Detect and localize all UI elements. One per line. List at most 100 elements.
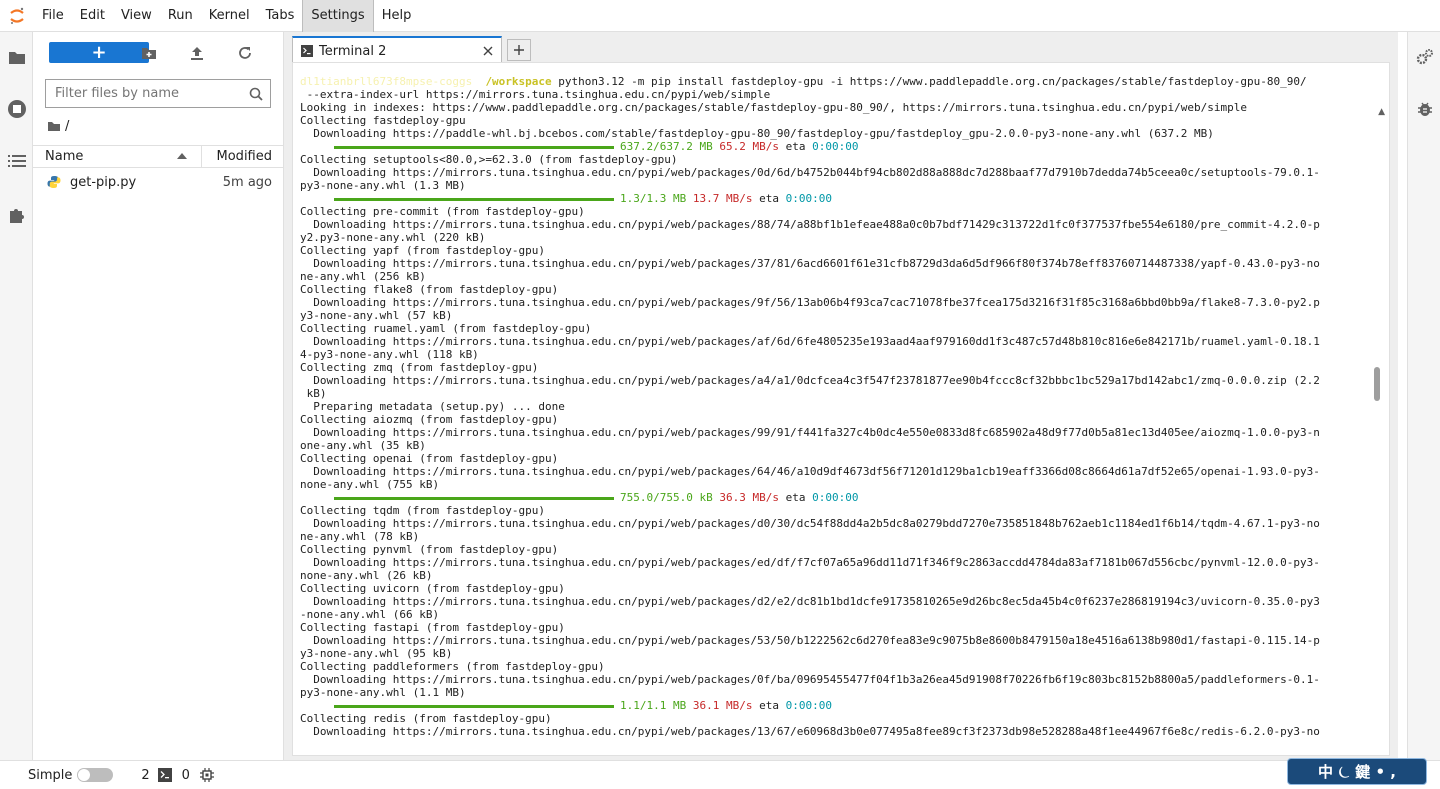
terminal-output: dl1tianbrll673f8mpse-coggs /workspace py…: [300, 75, 1370, 738]
download-progress-bar: [334, 197, 614, 201]
status-bar: Simple 2 0: [0, 760, 1440, 789]
terminal-line: one-any.whl (35 kB): [300, 439, 426, 452]
file-modified: 5m ago: [222, 174, 272, 190]
file-row[interactable]: get-pip.py 5m ago: [33, 170, 284, 194]
terminal-line: 4-py3-none-any.whl (118 kB): [300, 348, 479, 361]
download-eta: 0:00:00: [785, 192, 832, 205]
terminal-line: none-any.whl (26 kB): [300, 569, 433, 582]
breadcrumb-folder-icon[interactable]: [47, 120, 61, 132]
scroll-up-arrow-icon[interactable]: ▲: [1378, 107, 1385, 117]
terminal-line: none-any.whl (755 kB): [300, 478, 440, 491]
main-dock-area: Terminal 2 dl1tianbrll673f8mpse-coggs /w…: [284, 32, 1398, 760]
terminal-icon: [301, 45, 313, 57]
new-folder-icon[interactable]: [137, 42, 161, 64]
menu-settings[interactable]: Settings: [302, 0, 374, 32]
terminal-line: kB): [300, 387, 327, 400]
terminal-scrollbar-thumb[interactable]: [1374, 367, 1380, 401]
terminal-line: Collecting pynvml (from fastdeploy-gpu): [300, 543, 559, 556]
table-of-contents-icon[interactable]: [0, 144, 33, 178]
property-inspector-gears-icon[interactable]: [1408, 40, 1440, 74]
terminal-line: Downloading https://mirrors.tuna.tsinghu…: [300, 374, 1320, 387]
terminal-line: --extra-index-url https://mirrors.tuna.t…: [300, 88, 771, 101]
cpu-chip-icon[interactable]: [199, 768, 214, 782]
menubar: File Edit View Run Kernel Tabs Settings Help: [0, 0, 1440, 32]
terminal-line: Downloading https://mirrors.tuna.tsinghu…: [300, 634, 1320, 647]
terminal-line: 1.1/1.1 MB 36.1 MB/s eta 0:00:00: [300, 699, 1370, 712]
terminal-status-icon: [157, 768, 172, 782]
folder-icon[interactable]: [0, 40, 33, 74]
menu-file[interactable]: File: [34, 0, 72, 32]
terminal-line: Collecting zmq (from fastdeploy-gpu): [300, 361, 539, 374]
file-name: get-pip.py: [70, 174, 137, 190]
python-file-icon: [47, 175, 61, 189]
debugger-bug-icon[interactable]: [1408, 92, 1440, 126]
menu-run[interactable]: Run: [160, 0, 201, 32]
terminal-line: Downloading https://mirrors.tuna.tsinghu…: [300, 517, 1320, 530]
menu-items: File Edit View Run Kernel Tabs Settings Help: [34, 0, 419, 32]
filter-files-input[interactable]: [53, 80, 243, 107]
ime-indicator[interactable]: 中 ⏾ 鍵 • ,: [1287, 758, 1427, 785]
download-size: 1.3/1.3 MB: [620, 192, 687, 205]
running-sessions-icon[interactable]: [0, 92, 33, 126]
terminal-line: ne-any.whl (78 kB): [300, 530, 420, 543]
menu-view[interactable]: View: [113, 0, 160, 32]
terminal-line: 1.3/1.3 MB 13.7 MB/s eta 0:00:00: [300, 192, 1370, 205]
command-text: python3.12 -m pip install fastdeploy-gpu…: [558, 75, 1307, 88]
terminal-count[interactable]: 0: [182, 768, 190, 783]
terminal-line: Downloading https://paddle-whl.bj.bcebos…: [300, 127, 1214, 140]
jupyter-logo-icon[interactable]: [0, 0, 34, 32]
terminal-line: Downloading https://mirrors.tuna.tsinghu…: [300, 166, 1320, 179]
terminal-line: Downloading https://mirrors.tuna.tsinghu…: [300, 595, 1320, 608]
simple-mode-toggle[interactable]: [77, 768, 114, 782]
terminal-line: Collecting redis (from fastdeploy-gpu): [300, 712, 552, 725]
extension-puzzle-icon[interactable]: [0, 198, 33, 232]
terminal-line: Downloading https://mirrors.tuna.tsinghu…: [300, 335, 1320, 348]
menu-edit[interactable]: Edit: [72, 0, 113, 32]
terminal-panel[interactable]: dl1tianbrll673f8mpse-coggs /workspace py…: [292, 62, 1390, 756]
kernel-count[interactable]: 2: [141, 768, 149, 783]
close-tab-icon[interactable]: [481, 44, 495, 58]
download-eta: 0:00:00: [785, 699, 832, 712]
new-launcher-button[interactable]: +: [49, 42, 149, 63]
terminal-line: Looking in indexes: https://www.paddlepa…: [300, 101, 1248, 114]
menu-help[interactable]: Help: [374, 0, 420, 32]
terminal-line: Downloading https://mirrors.tuna.tsinghu…: [300, 296, 1320, 309]
download-size: 1.1/1.1 MB: [620, 699, 687, 712]
menu-kernel[interactable]: Kernel: [201, 0, 258, 32]
refresh-icon[interactable]: [233, 42, 257, 64]
terminal-line: Downloading https://mirrors.tuna.tsinghu…: [300, 218, 1320, 231]
terminal-line: Downloading https://mirrors.tuna.tsinghu…: [300, 257, 1320, 270]
terminal-line: dl1tianbrll673f8mpse-coggs /workspace py…: [300, 75, 1370, 88]
download-speed: 36.1 MB/s: [692, 699, 753, 712]
filter-files-box: [45, 79, 271, 108]
terminal-line: Collecting flake8 (from fastdeploy-gpu): [300, 283, 559, 296]
terminal-line: y3-none-any.whl (95 kB): [300, 647, 453, 660]
terminal-line: Collecting tqdm (from fastdeploy-gpu): [300, 504, 546, 517]
terminal-line: 755.0/755.0 kB 36.3 MB/s eta 0:00:00: [300, 491, 1370, 504]
terminal-line: Collecting aiozmq (from fastdeploy-gpu): [300, 413, 559, 426]
file-browser-toolbar: +: [33, 32, 284, 74]
add-tab-button[interactable]: [507, 39, 531, 61]
terminal-line: Downloading https://mirrors.tuna.tsinghu…: [300, 556, 1320, 569]
download-size: 637.2/637.2 MB: [620, 140, 713, 153]
menu-tabs[interactable]: Tabs: [258, 0, 303, 32]
terminal-line: py3-none-any.whl (1.3 MB): [300, 179, 466, 192]
terminal-line: -none-any.whl (66 kB): [300, 608, 440, 621]
terminal-line: Downloading https://mirrors.tuna.tsinghu…: [300, 465, 1320, 478]
simple-mode-label: Simple: [28, 767, 73, 783]
prompt-path: /workspace: [485, 75, 552, 88]
download-size: 755.0/755.0 kB: [620, 491, 713, 504]
tab-terminal-2[interactable]: Terminal 2: [292, 36, 502, 64]
terminal-line: y3-none-any.whl (57 kB): [300, 309, 453, 322]
breadcrumb-root[interactable]: /: [65, 119, 69, 134]
upload-icon[interactable]: [185, 42, 209, 64]
breadcrumb: /: [47, 118, 69, 134]
download-progress-bar: [334, 496, 614, 500]
terminal-line: Collecting uvicorn (from fastdeploy-gpu): [300, 582, 565, 595]
left-activity-bar: [0, 32, 33, 760]
modified-column-header[interactable]: Modified: [202, 149, 284, 164]
name-column-label: Name: [45, 149, 84, 164]
download-speed: 65.2 MB/s: [719, 140, 779, 153]
name-column-header[interactable]: Name: [33, 146, 202, 167]
terminal-line: y2.py3-none-any.whl (220 kB): [300, 231, 486, 244]
